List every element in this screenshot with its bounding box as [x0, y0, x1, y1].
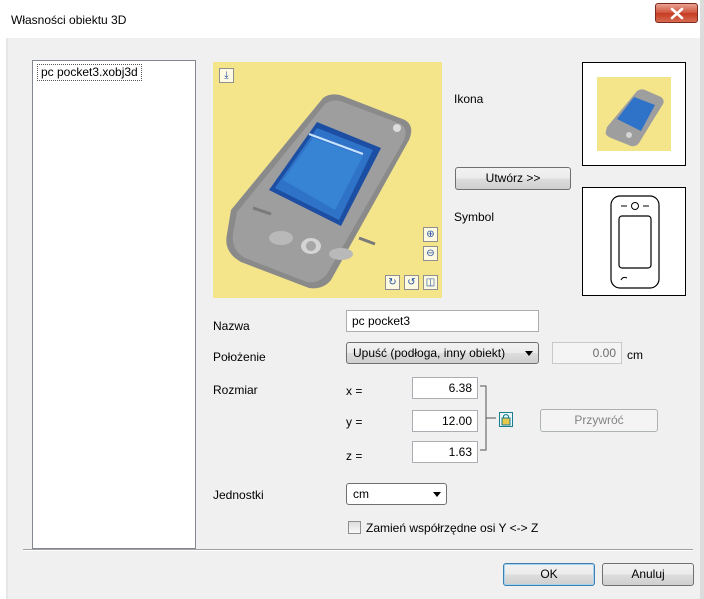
zoom-out-icon[interactable]: ⊖ — [423, 246, 438, 261]
units-label: Jednostki — [213, 488, 264, 502]
size-x-field[interactable]: 6.38 — [412, 377, 478, 399]
ok-button[interactable]: OK — [503, 563, 595, 586]
name-label: Nazwa — [213, 319, 250, 333]
symbol-label: Symbol — [454, 210, 495, 224]
position-mode-select[interactable]: Upuść (podłoga, inny obiekt) — [346, 342, 539, 364]
cancel-button[interactable]: Anuluj — [602, 563, 694, 586]
footer-divider — [23, 549, 693, 551]
close-button[interactable] — [655, 3, 698, 23]
z-label: z = — [346, 449, 363, 463]
pocket-pc-3d-image — [226, 94, 412, 289]
lock-aspect-icon[interactable] — [499, 412, 513, 427]
chevron-down-icon — [525, 351, 533, 356]
rotate-right-icon[interactable]: ↺ — [404, 275, 419, 290]
position-mode-value: Upuść (podłoga, inny obiekt) — [353, 346, 506, 360]
phone-symbol-icon — [610, 195, 660, 289]
title-bar: Własności obiektu 3D — [0, 0, 704, 38]
size-y-field[interactable]: 12.00 — [412, 410, 478, 432]
object-file-list[interactable]: pc pocket3.xobj3d — [32, 60, 196, 549]
units-value: cm — [353, 487, 369, 501]
properties-dialog: Własności obiektu 3D pc pocket3.xobj3d ⤓… — [0, 0, 704, 599]
position-offset-field: 0.00 — [552, 342, 622, 364]
window-title: Własności obiektu 3D — [11, 13, 127, 27]
x-label: x = — [346, 384, 363, 398]
name-field[interactable]: pc pocket3 — [346, 310, 539, 332]
list-item[interactable]: pc pocket3.xobj3d — [37, 64, 142, 81]
rotate-left-icon[interactable]: ↻ — [385, 275, 400, 290]
chevron-down-icon — [433, 492, 441, 497]
swap-axes-label[interactable]: Zamień współrzędne osi Y <-> Z — [366, 521, 538, 535]
swap-axes-checkbox[interactable] — [348, 521, 361, 534]
icon-preview — [582, 62, 686, 166]
units-select[interactable]: cm — [346, 483, 447, 505]
fit-view-icon[interactable]: ◫ — [423, 275, 438, 290]
model-preview[interactable]: ⤓ ⊕ ⊖ ↻ ↺ ◫ — [213, 62, 442, 298]
size-label: Rozmiar — [213, 383, 258, 397]
icon-label: Ikona — [454, 92, 484, 106]
close-icon — [670, 7, 684, 20]
y-label: y = — [346, 415, 363, 429]
create-button[interactable]: Utwórz >> — [455, 167, 571, 190]
size-z-field[interactable]: 1.63 — [412, 441, 478, 463]
reset-view-icon[interactable]: ⤓ — [219, 68, 234, 83]
position-unit: cm — [627, 348, 643, 362]
zoom-in-icon[interactable]: ⊕ — [423, 227, 438, 242]
symbol-preview — [582, 187, 686, 296]
position-label: Położenie — [213, 350, 266, 364]
restore-button: Przywróć — [540, 409, 658, 432]
pocket-pc-thumbnail — [605, 89, 664, 147]
